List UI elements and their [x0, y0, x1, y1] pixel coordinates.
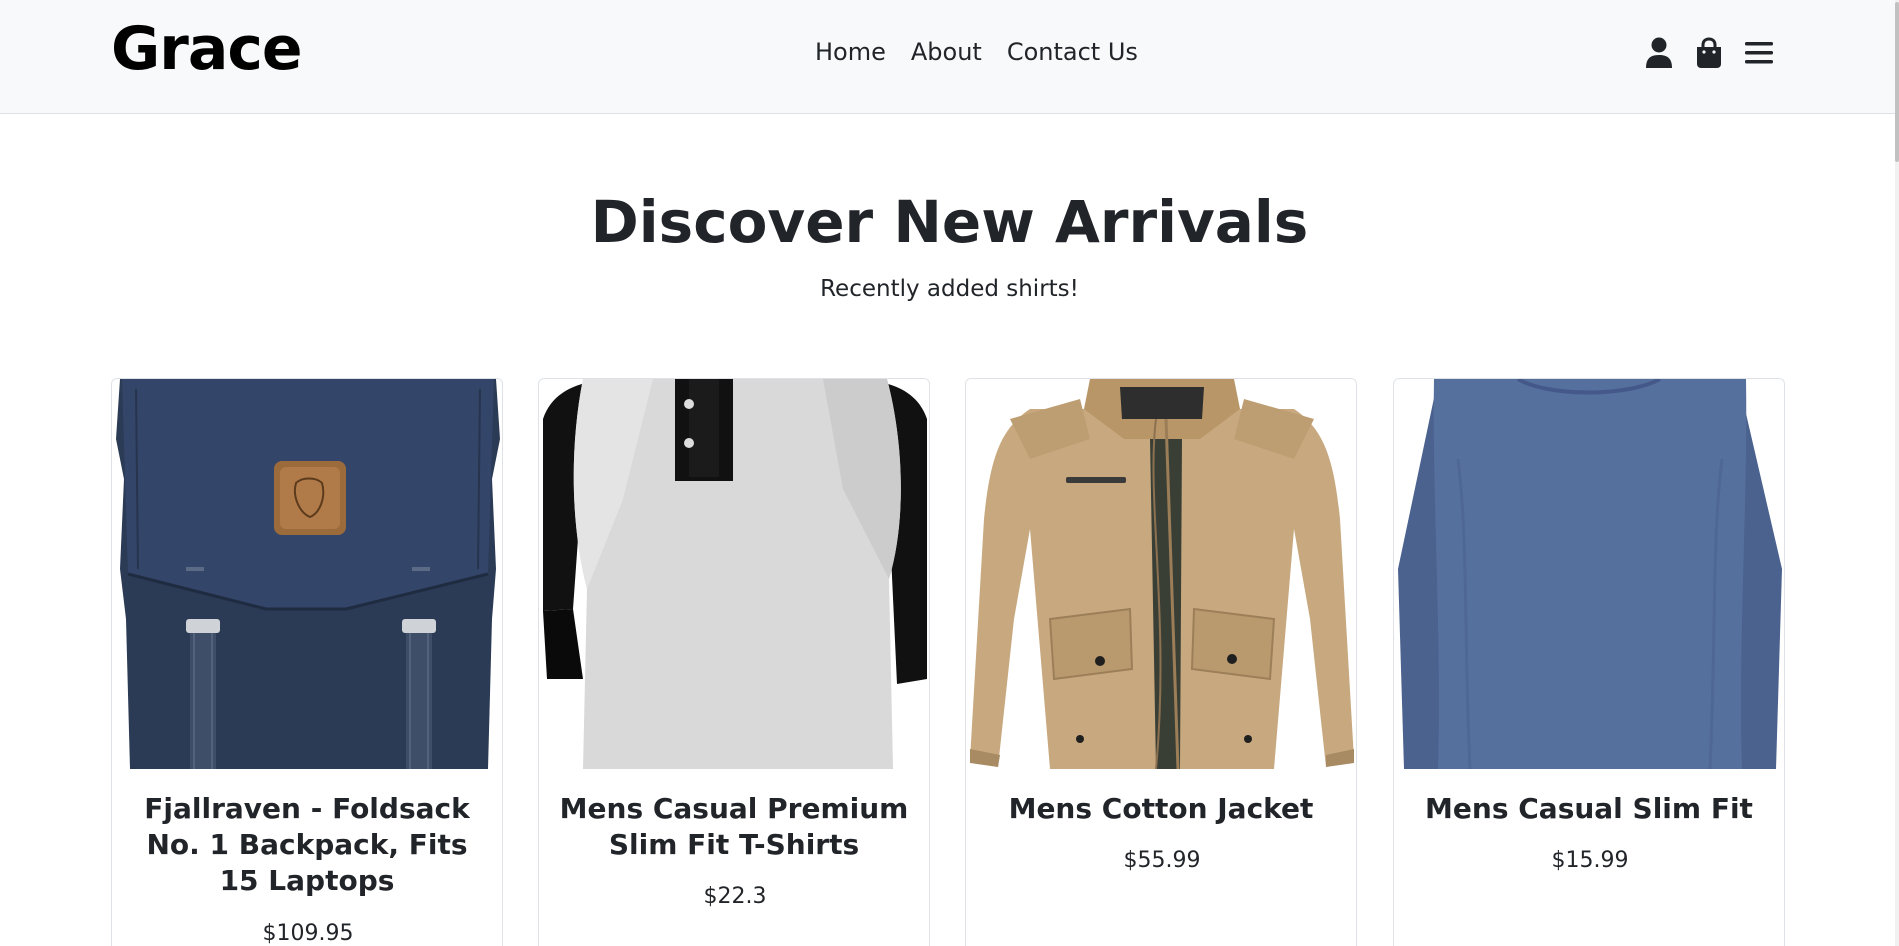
product-price: $15.99 [1551, 848, 1629, 873]
product-price: $22.3 [703, 884, 767, 909]
product-card-backpack[interactable]: Fjallraven - Foldsack No. 1 Backpack, Fi… [111, 378, 503, 946]
product-image-jacket[interactable] [970, 379, 1354, 769]
product-image-backpack[interactable] [116, 379, 500, 769]
menu-icon[interactable] [1744, 36, 1774, 70]
product-card-tshirt[interactable]: Mens Casual Premium Slim Fit T-Shirts $2… [538, 378, 930, 946]
nav-link-home[interactable]: Home [815, 38, 886, 66]
navbar: Grace Home About Contact Us [0, 0, 1899, 114]
product-title[interactable]: Mens Casual Premium Slim Fit T-Shirts [555, 791, 913, 863]
product-title[interactable]: Fjallraven - Foldsack No. 1 Backpack, Fi… [128, 791, 486, 899]
hero-title: Discover New Arrivals [590, 188, 1309, 256]
product-card-slim-fit[interactable]: Mens Casual Slim Fit $15.99 [1393, 378, 1785, 946]
product-title[interactable]: Mens Cotton Jacket [982, 791, 1340, 827]
product-price: $109.95 [262, 921, 354, 946]
user-icon[interactable] [1644, 36, 1674, 70]
product-price: $55.99 [1123, 848, 1201, 873]
nav-link-about[interactable]: About [911, 38, 982, 66]
nav-links: Home About Contact Us [815, 38, 1138, 66]
brand-logo[interactable]: Grace [111, 14, 303, 84]
nav-link-contact[interactable]: Contact Us [1007, 38, 1138, 66]
nav-icons [1644, 36, 1774, 70]
product-image-slim-fit[interactable] [1398, 379, 1782, 769]
scrollbar-thumb[interactable] [1895, 2, 1899, 162]
product-card-jacket[interactable]: Mens Cotton Jacket $55.99 [965, 378, 1357, 946]
product-image-tshirt[interactable] [543, 379, 927, 769]
product-title[interactable]: Mens Casual Slim Fit [1410, 791, 1768, 827]
page-scrollbar[interactable] [1895, 0, 1899, 946]
shopping-bag-icon[interactable] [1694, 36, 1724, 70]
hero-subtitle: Recently added shirts! [820, 276, 1079, 302]
